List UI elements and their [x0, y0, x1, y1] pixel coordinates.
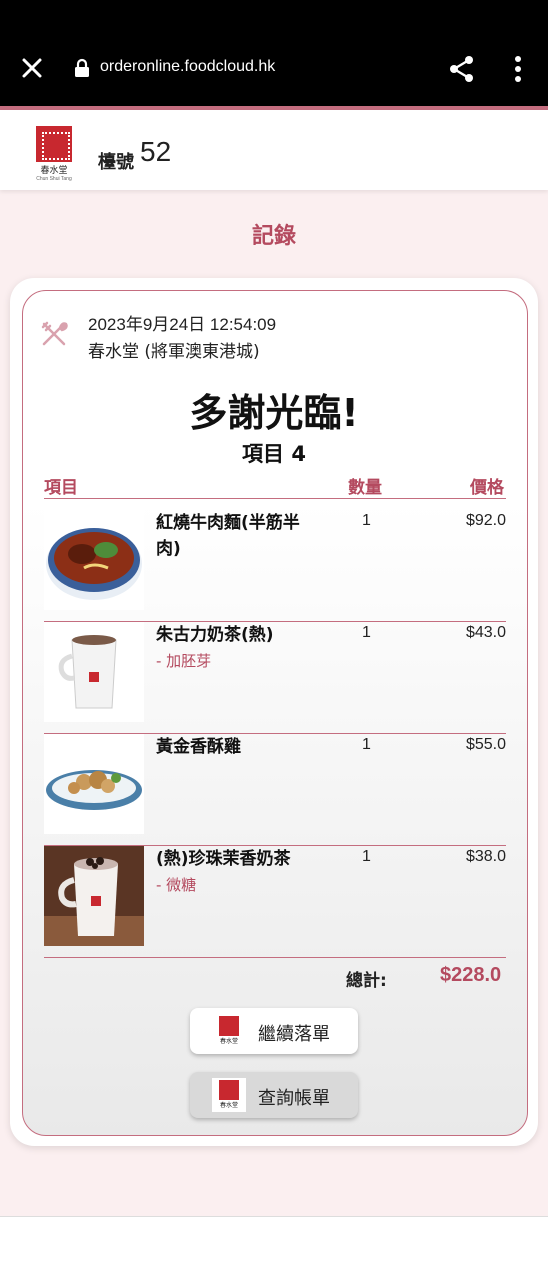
item-price: $92.0	[465, 512, 506, 529]
thank-you-heading: 多謝光臨!	[189, 391, 359, 435]
bottom-bar	[0, 1217, 548, 1280]
brand-logo-icon: 春水堂	[212, 1078, 246, 1112]
item-name: 朱古力奶茶(熱)	[156, 625, 274, 645]
column-header-item: 項目	[44, 478, 78, 498]
item-price: $43.0	[465, 624, 506, 641]
total-value: $228.0	[440, 964, 502, 986]
item-name: 黃金香酥雞	[156, 737, 241, 757]
close-icon[interactable]	[20, 56, 44, 80]
url-text[interactable]: orderonline.foodcloud.hk	[100, 58, 275, 76]
more-options-icon[interactable]	[508, 55, 528, 83]
app-header: 春水堂 Chun Shui Tang 檯號 52	[0, 110, 548, 190]
item-qty: 1	[362, 624, 371, 641]
item-qty: 1	[362, 848, 371, 865]
order-item-row: 紅燒牛肉麵(半筋半肉) 1 $92.0	[44, 510, 506, 622]
view-bill-button[interactable]: 春水堂 查詢帳單	[190, 1072, 358, 1118]
browser-toolbar: orderonline.foodcloud.hk	[0, 0, 548, 106]
row-divider	[44, 957, 506, 958]
total-label: 總計:	[346, 971, 387, 991]
brand-logo-icon: 春水堂	[212, 1014, 246, 1048]
view-bill-label: 查詢帳單	[258, 1088, 330, 1109]
item-qty: 1	[362, 512, 371, 529]
share-icon[interactable]	[448, 55, 476, 83]
logo-chinese-name: 春水堂	[40, 166, 68, 176]
item-price: $55.0	[465, 736, 506, 753]
order-item-row: (熱)珍珠茉香奶茶 - 微糖 1 $38.0	[44, 846, 506, 958]
order-item-row: 黃金香酥雞 1 $55.0	[44, 734, 506, 846]
order-datetime: 2023年9月24日 12:54:09	[88, 315, 277, 334]
cutlery-icon	[41, 321, 68, 346]
logo-stamp	[36, 126, 72, 162]
item-price: $38.0	[465, 848, 506, 865]
header-divider	[44, 498, 506, 499]
continue-order-button[interactable]: 春水堂 繼續落單	[190, 1008, 358, 1054]
logo-english-name: Chun Shui Tang	[36, 176, 72, 182]
page-title: 記錄	[251, 224, 296, 249]
item-name: 紅燒牛肉麵(半筋半肉)	[156, 513, 300, 559]
beef-noodle-image	[44, 510, 144, 610]
order-item-row: 朱古力奶茶(熱) - 加胚芽 1 $43.0	[44, 622, 506, 734]
item-count: 項目 4	[242, 442, 306, 466]
lock-icon	[75, 58, 89, 77]
item-modifier: - 微糖	[156, 876, 197, 894]
column-header-price: 價格	[470, 478, 504, 498]
pearl-milk-tea-image	[44, 846, 144, 946]
store-name: 春水堂 (將軍澳東港城)	[88, 342, 260, 362]
table-number: 52	[140, 136, 172, 167]
chocolate-milk-tea-image	[44, 622, 144, 722]
table-label: 檯號	[98, 152, 134, 173]
brand-logo: 春水堂 Chun Shui Tang	[32, 126, 76, 184]
continue-order-label: 繼續落單	[258, 1024, 330, 1045]
fried-chicken-image	[44, 734, 144, 834]
column-header-qty: 數量	[348, 478, 382, 498]
item-modifier: - 加胚芽	[156, 652, 212, 670]
item-qty: 1	[362, 736, 371, 753]
item-name: (熱)珍珠茉香奶茶	[156, 849, 291, 869]
